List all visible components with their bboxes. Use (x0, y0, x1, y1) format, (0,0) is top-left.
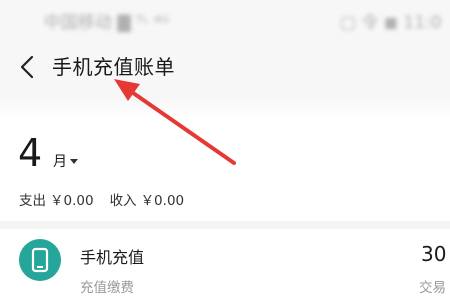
app-header: 手机充值账单 (0, 38, 450, 98)
section-divider (0, 221, 450, 229)
back-button[interactable] (12, 50, 42, 84)
bill-status: 交易 (419, 280, 446, 296)
expense-value: ￥0.00 (50, 193, 94, 209)
carrier-status: 中国移动 ▇ ᵀᴸ ⁴ᴳ (44, 13, 169, 33)
status-bar: 中国移动 ▇ ᵀᴸ ⁴ᴳ ▢ 令 ◼ 11:0 (0, 0, 450, 38)
bill-amount: 30 (421, 242, 447, 266)
bill-name: 手机充值 (80, 248, 145, 267)
income-label: 收入 (109, 193, 137, 209)
income-value: ￥0.00 (140, 193, 185, 209)
caret-down-icon (70, 158, 78, 164)
phone-icon (19, 239, 61, 281)
month-picker[interactable]: 月 (53, 151, 78, 171)
expense-label: 支出 (19, 193, 46, 209)
header-band (0, 98, 450, 120)
system-status: ▢ 令 ◼ 11:0 (340, 13, 442, 33)
month-unit: 月 (53, 154, 67, 170)
chevron-left-icon (20, 55, 34, 79)
bill-category: 充值缴费 (80, 280, 134, 296)
month-summary: 支出 ￥0.00 收入 ￥0.00 (19, 189, 184, 209)
page-title: 手机充值账单 (52, 55, 175, 79)
month-value: 4 (18, 131, 43, 175)
bill-list-item[interactable]: 手机充值 充值缴费 30 交易 (0, 229, 450, 300)
